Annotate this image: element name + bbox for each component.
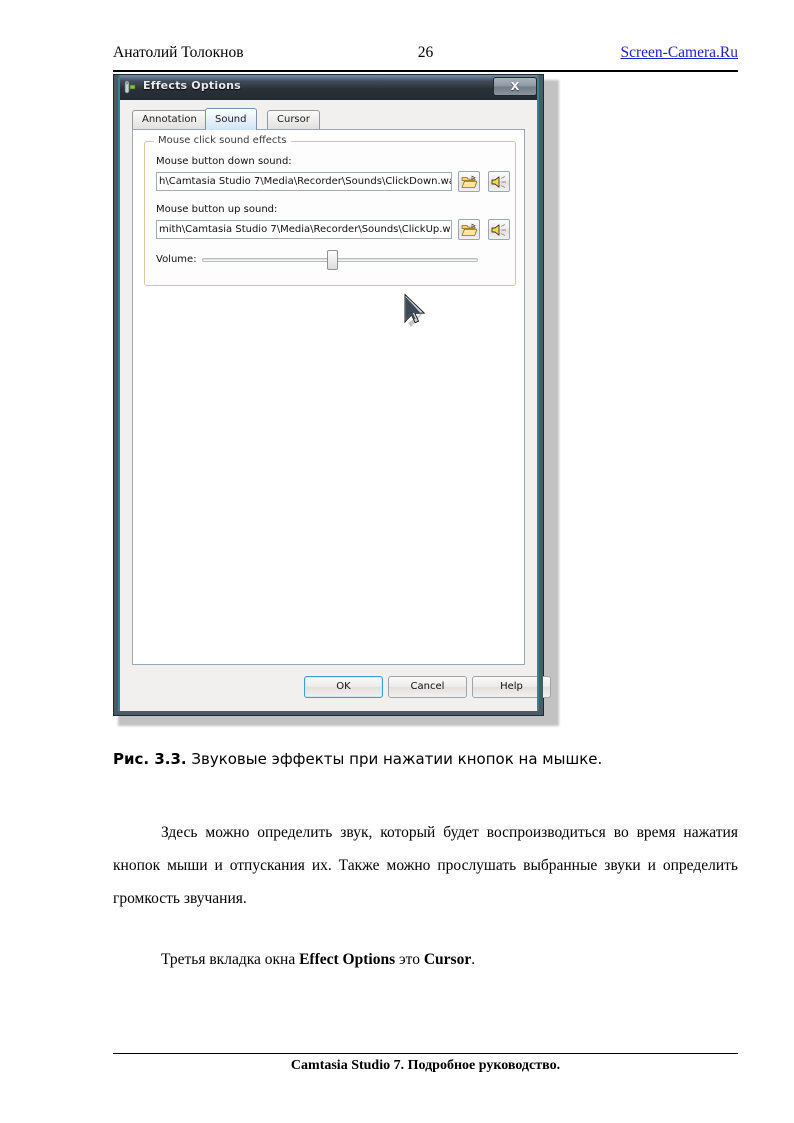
- close-button[interactable]: X: [493, 77, 537, 96]
- help-button[interactable]: Help: [472, 676, 551, 698]
- screenshot-figure: Effects Options X Annotation Cursor Soun…: [113, 74, 559, 726]
- speaker-icon: [491, 224, 506, 236]
- footer-divider: [113, 1053, 738, 1054]
- paragraph-1: Здесь можно определить звук, который буд…: [113, 824, 738, 907]
- volume-label: Volume:: [156, 254, 197, 265]
- tab-cursor[interactable]: Cursor: [267, 110, 320, 129]
- mouse-up-browse-button[interactable]: [458, 219, 480, 240]
- volume-slider-track[interactable]: [202, 258, 478, 262]
- tab-sound[interactable]: Sound: [205, 108, 257, 130]
- mouse-down-sound-input[interactable]: h\Camtasia Studio 7\Media\Recorder\Sound…: [156, 172, 452, 191]
- mouse-down-sound-label: Mouse button down sound:: [156, 156, 292, 167]
- page-header: Анатолий Толокнов 26 Screen-Camera.Ru: [113, 44, 738, 70]
- mouse-down-preview-button[interactable]: [488, 171, 510, 192]
- mouse-pointer: [403, 293, 429, 331]
- dialog-titlebar[interactable]: Effects Options X: [114, 75, 543, 100]
- folder-open-icon: [461, 223, 478, 236]
- header-site-link[interactable]: Screen-Camera.Ru: [621, 44, 739, 62]
- mouse-click-sound-effects-group: Mouse click sound effects Mouse button d…: [144, 135, 516, 286]
- mouse-down-browse-button[interactable]: [458, 171, 480, 192]
- paragraph-2-bold-cursor: Cursor: [423, 951, 472, 968]
- paragraph-2-part-1: Третья вкладка окна: [161, 951, 300, 968]
- mouse-up-preview-button[interactable]: [488, 219, 510, 240]
- paragraph-2-part-3: .: [471, 951, 476, 968]
- speaker-icon: [491, 176, 506, 188]
- effects-options-dialog: Effects Options X Annotation Cursor Soun…: [113, 74, 551, 716]
- figure-caption-number: Рис. 3.3.: [113, 750, 187, 768]
- figure-caption-text: Звуковые эффекты при нажатии кнопок на м…: [186, 750, 603, 768]
- ok-button[interactable]: OK: [304, 676, 383, 698]
- mouse-up-sound-label: Mouse button up sound:: [156, 204, 278, 215]
- mouse-up-sound-input[interactable]: mith\Camtasia Studio 7\Media\Recorder\So…: [156, 220, 452, 239]
- tab-annotation[interactable]: Annotation: [132, 110, 207, 129]
- tab-panel-sound: Mouse click sound effects Mouse button d…: [132, 129, 525, 665]
- paragraph-2-bold-effect-options: Effect Options: [299, 951, 396, 968]
- paragraph-2-part-2: это: [395, 951, 424, 968]
- camtasia-icon: [122, 80, 137, 95]
- cancel-button[interactable]: Cancel: [388, 676, 467, 698]
- dialog-title: Effects Options: [143, 79, 241, 92]
- folder-open-icon: [461, 175, 478, 188]
- page-footer: Camtasia Studio 7. Подробное руководство…: [290, 1058, 561, 1073]
- paragraph-2: Третья вкладка окна Effect Options это C…: [113, 943, 738, 976]
- dialog-client-area: Annotation Cursor Sound Mouse click soun…: [118, 100, 551, 711]
- header-divider: [113, 70, 738, 72]
- figure-caption: Рис. 3.3. Звуковые эффекты при нажатии к…: [113, 750, 738, 768]
- volume-slider-thumb[interactable]: [327, 250, 338, 270]
- group-title: Mouse click sound effects: [154, 135, 291, 146]
